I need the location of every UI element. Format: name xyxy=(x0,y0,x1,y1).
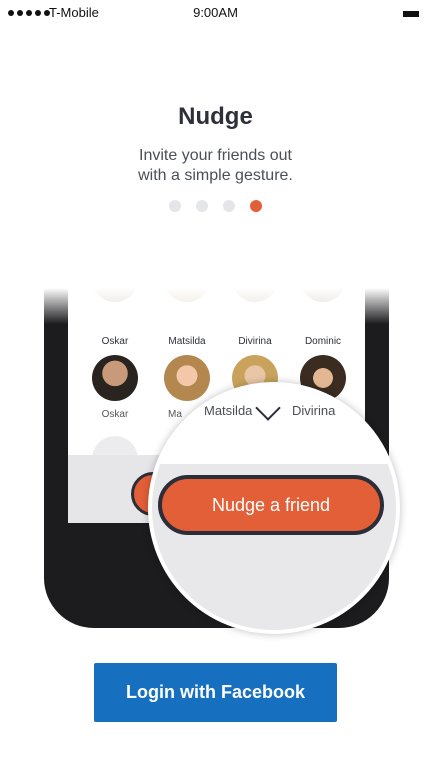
nudge-a-friend-button: Nudge a friend xyxy=(158,475,384,535)
page-dot-4-active[interactable] xyxy=(250,200,262,212)
magnified-bottom xyxy=(152,556,396,630)
avatar xyxy=(92,355,138,401)
page-dot-2[interactable] xyxy=(196,200,208,212)
friend-name: Oskar xyxy=(101,336,129,347)
page-indicator[interactable] xyxy=(169,200,262,212)
friend-name: Divirina xyxy=(238,336,272,347)
battery-icon xyxy=(403,11,419,17)
page-title: Nudge xyxy=(178,103,253,130)
friend-name: Matsilda xyxy=(168,336,206,347)
friend-name: Matsilda xyxy=(204,403,253,418)
subtitle-line-2: with a simple gesture. xyxy=(138,167,293,184)
chevron-down-icon xyxy=(255,395,281,421)
page-dot-3[interactable] xyxy=(223,200,235,212)
friend-name: Dominic xyxy=(304,336,342,347)
clock: 9:00AM xyxy=(193,5,238,20)
page-dot-1[interactable] xyxy=(169,200,181,212)
magnified-list: Matsilda Divirina xyxy=(152,386,396,464)
friend-name: Oskar xyxy=(101,409,129,420)
page-subtitle: Invite your friends out with a simple ge… xyxy=(0,146,431,186)
subtitle-line-1: Invite your friends out xyxy=(139,147,292,164)
magnifier-circle: Matsilda Divirina Nudge a friend xyxy=(148,382,400,634)
top-fade xyxy=(0,288,431,324)
friend-name: Divirina xyxy=(292,403,336,418)
login-with-facebook-button[interactable]: Login with Facebook xyxy=(94,663,337,722)
status-bar: T-Mobile 9:00AM xyxy=(0,0,431,26)
